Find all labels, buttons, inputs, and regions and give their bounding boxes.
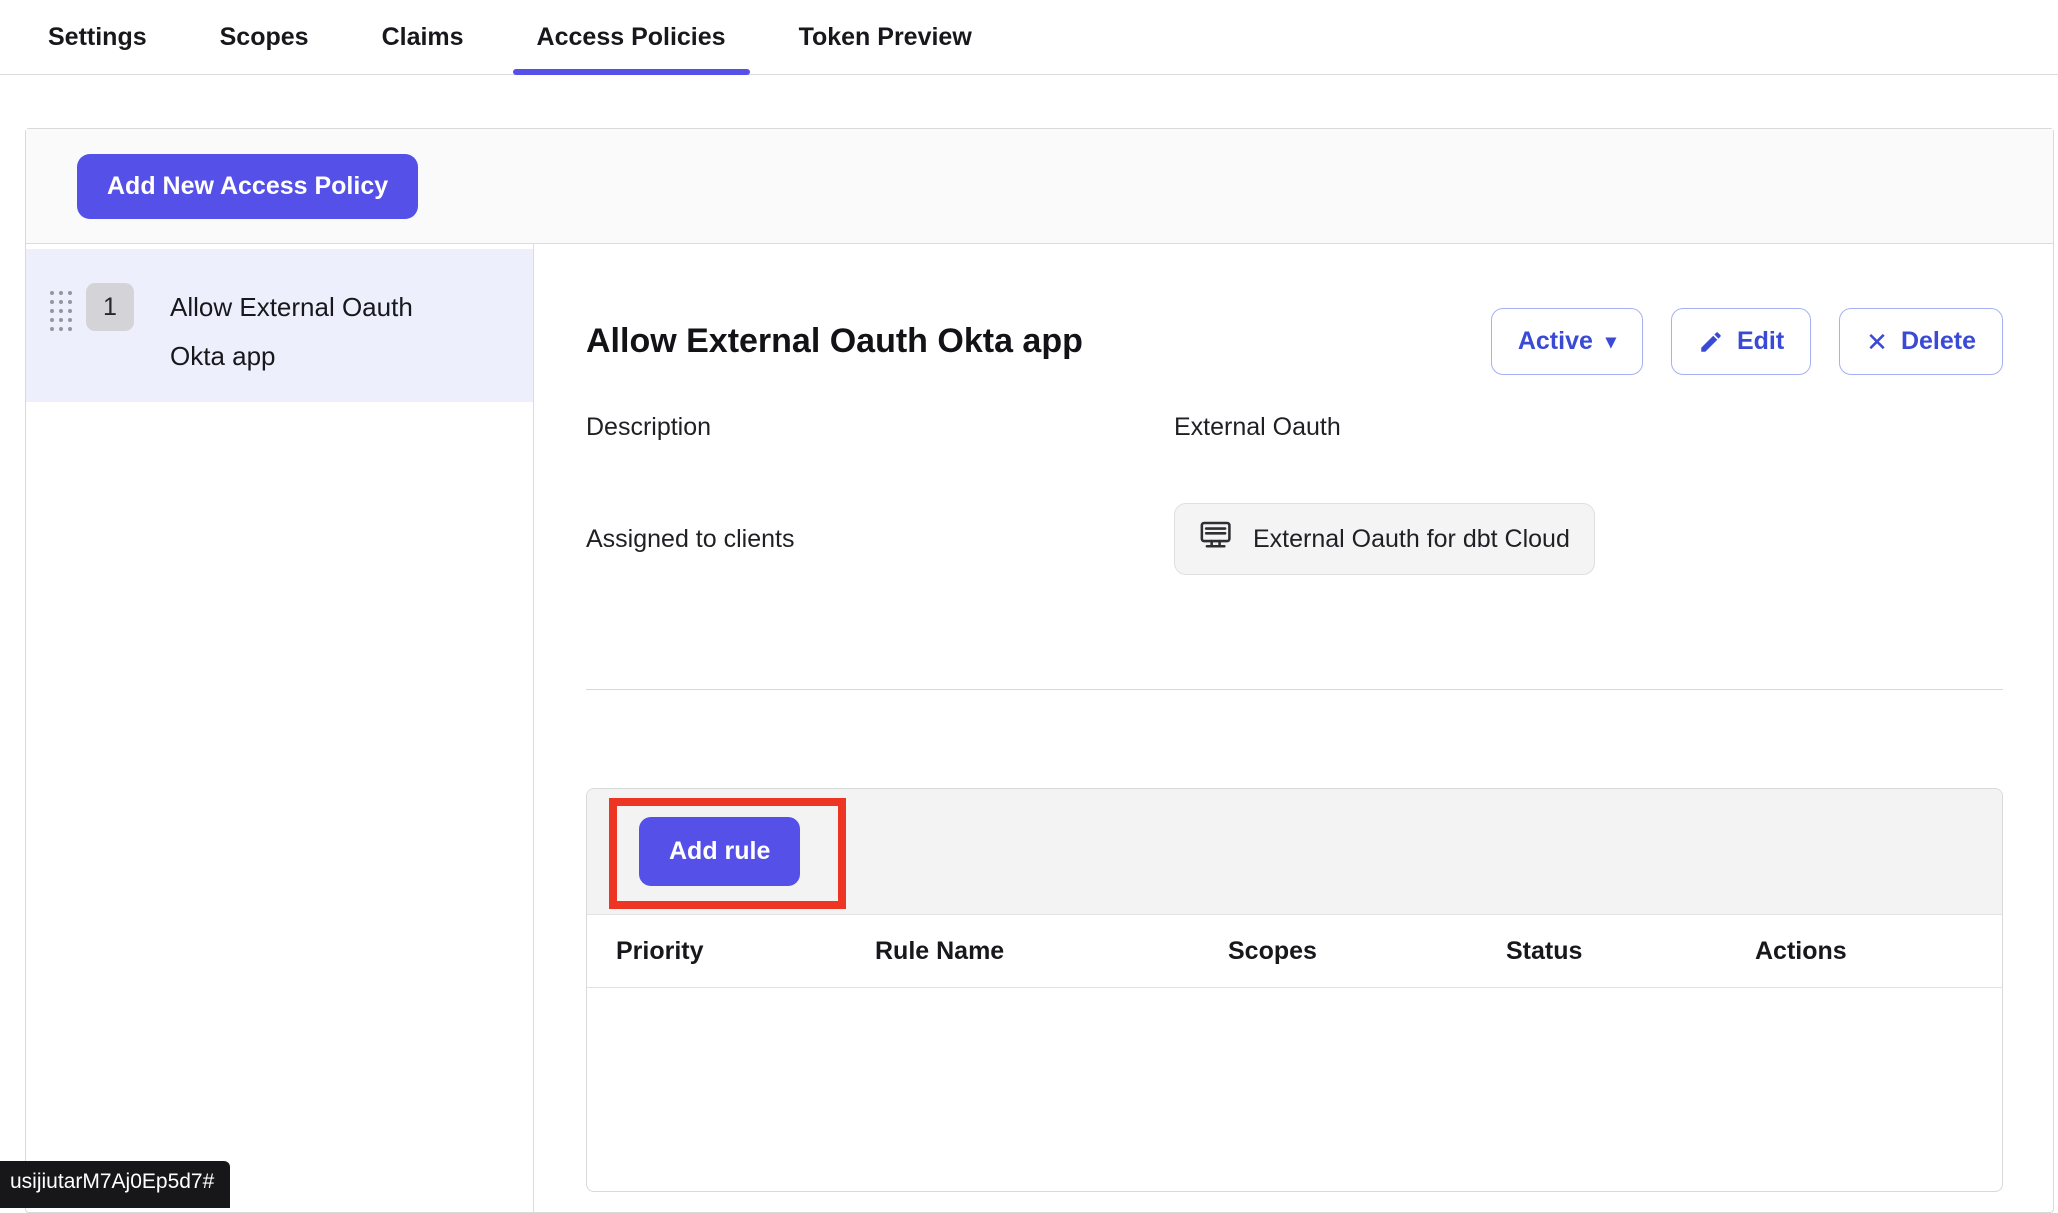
policy-action-buttons: Active ▾ Edit ✕ Delete bbox=[1491, 308, 2003, 375]
tab-scopes[interactable]: Scopes bbox=[196, 0, 333, 74]
panel-body: 1 Allow External Oauth Okta app Allow Ex… bbox=[26, 244, 2053, 1212]
policy-order-badge: 1 bbox=[86, 283, 134, 331]
tab-access-policies[interactable]: Access Policies bbox=[513, 0, 750, 74]
edit-button-label: Edit bbox=[1737, 327, 1784, 356]
policy-name-label: Allow External Oauth Okta app bbox=[170, 283, 470, 381]
assigned-clients-row: Assigned to clients External Oauth for d… bbox=[586, 503, 2003, 575]
tab-settings[interactable]: Settings bbox=[24, 0, 171, 74]
policy-title: Allow External Oauth Okta app bbox=[586, 322, 1083, 361]
close-x-icon: ✕ bbox=[1866, 329, 1888, 355]
delete-button[interactable]: ✕ Delete bbox=[1839, 308, 2003, 375]
rules-table-header: Priority Rule Name Scopes Status Actions bbox=[587, 915, 2002, 988]
policy-fields: Description External Oauth Assigned to c… bbox=[586, 405, 2003, 575]
description-value: External Oauth bbox=[1174, 413, 2003, 442]
chevron-down-icon: ▾ bbox=[1606, 329, 1616, 354]
column-header-status: Status bbox=[1506, 937, 1755, 966]
client-chip[interactable]: External Oauth for dbt Cloud bbox=[1174, 503, 1595, 575]
status-bar-tooltip: usijiutarM7Aj0Ep5d7# bbox=[0, 1161, 230, 1208]
rules-panel: Add rule Priority Rule Name Scopes Statu… bbox=[586, 788, 2003, 1192]
policy-list-item[interactable]: 1 Allow External Oauth Okta app bbox=[26, 249, 533, 402]
status-dropdown-label: Active bbox=[1518, 327, 1593, 356]
access-policies-panel: Add New Access Policy 1 Allow External O… bbox=[25, 128, 2054, 1213]
tab-token-preview[interactable]: Token Preview bbox=[775, 0, 996, 74]
add-rule-button[interactable]: Add rule bbox=[639, 817, 800, 886]
status-dropdown-button[interactable]: Active ▾ bbox=[1491, 308, 1643, 375]
section-divider bbox=[586, 689, 2003, 690]
policy-detail: Allow External Oauth Okta app Active ▾ E… bbox=[534, 244, 2053, 1212]
policy-list: 1 Allow External Oauth Okta app bbox=[26, 244, 534, 1212]
rules-table-empty-body bbox=[587, 988, 2002, 1191]
tab-claims[interactable]: Claims bbox=[358, 0, 488, 74]
edit-button[interactable]: Edit bbox=[1671, 308, 1811, 375]
pencil-icon bbox=[1698, 329, 1724, 355]
drag-handle-icon[interactable] bbox=[50, 291, 72, 331]
add-new-access-policy-button[interactable]: Add New Access Policy bbox=[77, 154, 418, 219]
column-header-priority: Priority bbox=[616, 937, 875, 966]
delete-button-label: Delete bbox=[1901, 327, 1976, 356]
assigned-clients-label: Assigned to clients bbox=[586, 525, 1174, 554]
tab-bar: Settings Scopes Claims Access Policies T… bbox=[0, 0, 2058, 75]
description-row: Description External Oauth bbox=[586, 405, 2003, 449]
client-chip-label: External Oauth for dbt Cloud bbox=[1253, 525, 1570, 554]
column-header-scopes: Scopes bbox=[1228, 937, 1506, 966]
computer-icon bbox=[1199, 520, 1237, 559]
column-header-rule-name: Rule Name bbox=[875, 937, 1228, 966]
description-label: Description bbox=[586, 413, 1174, 442]
rules-toolbar: Add rule bbox=[587, 789, 2002, 915]
policy-detail-header: Allow External Oauth Okta app Active ▾ E… bbox=[586, 308, 2003, 375]
column-header-actions: Actions bbox=[1755, 937, 2002, 966]
panel-toolbar: Add New Access Policy bbox=[26, 129, 2053, 244]
